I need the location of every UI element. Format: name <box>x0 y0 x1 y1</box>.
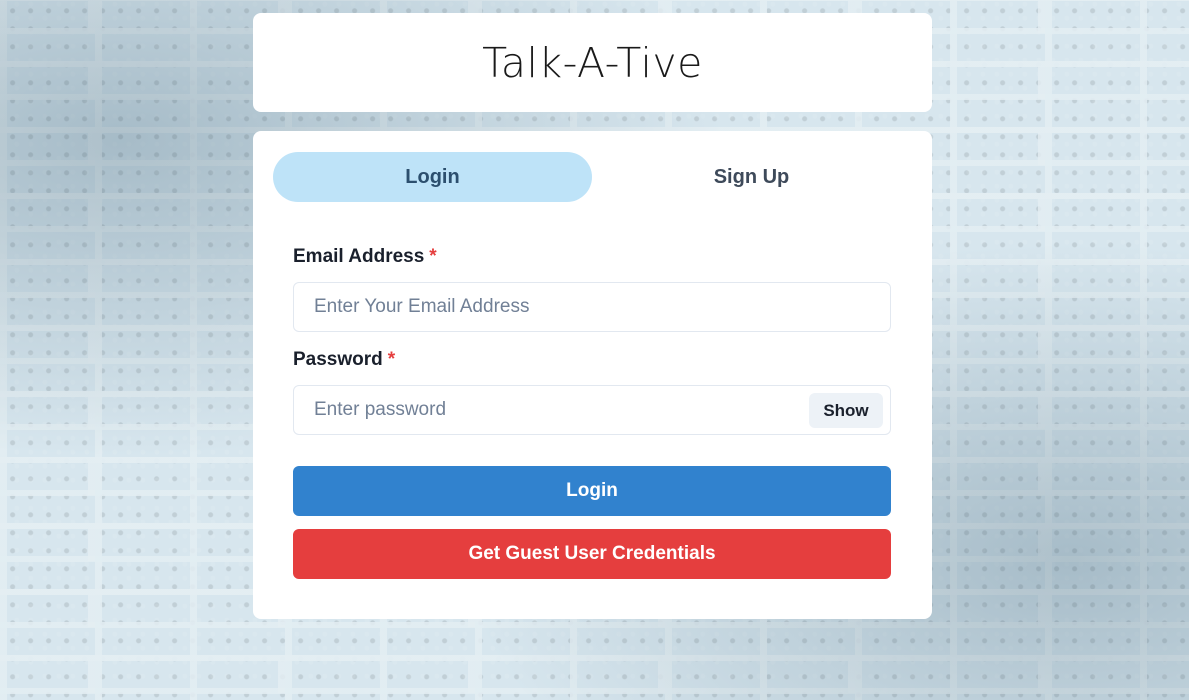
tab-login[interactable]: Login <box>273 152 592 202</box>
guest-credentials-button[interactable]: Get Guest User Credentials <box>293 529 891 579</box>
required-asterisk: * <box>387 349 396 370</box>
email-label: Email Address * <box>293 246 437 268</box>
auth-card: Login Sign Up Email Address* Password* S… <box>253 131 932 619</box>
password-field-wrapper: Show <box>293 385 891 435</box>
email-field[interactable] <box>294 283 890 331</box>
required-asterisk: * <box>429 246 437 267</box>
app-title: Talk-A-Tive <box>482 38 703 87</box>
password-field[interactable] <box>294 386 890 434</box>
show-password-button[interactable]: Show <box>809 393 883 428</box>
tab-sign-up[interactable]: Sign Up <box>592 152 911 202</box>
auth-tabs: Login Sign Up <box>273 152 911 202</box>
password-label: Password * <box>293 349 395 371</box>
login-button[interactable]: Login <box>293 466 891 516</box>
email-field-wrapper <box>293 282 891 332</box>
header-card: Talk-A-Tive <box>253 13 932 112</box>
email-label-text: Email Address <box>293 246 425 267</box>
password-label-text: Password <box>293 349 383 370</box>
